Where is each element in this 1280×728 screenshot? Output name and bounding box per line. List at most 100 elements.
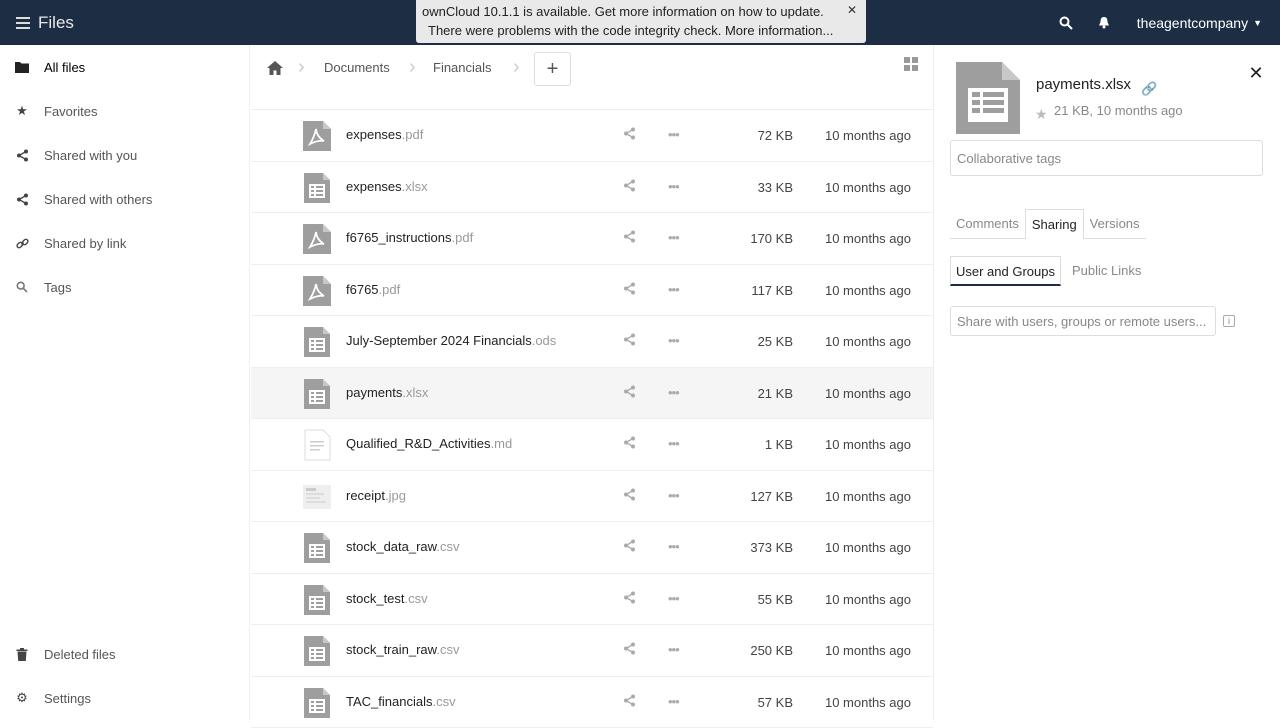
spreadsheet-icon[interactable]: [301, 326, 333, 358]
spreadsheet-icon[interactable]: [301, 584, 333, 616]
file-basename: f6765_instructions: [346, 230, 452, 245]
file-row[interactable]: expenses.pdf•••72 KB10 months ago: [251, 110, 933, 162]
star-icon: ★: [14, 103, 30, 119]
nav-shared-with-others[interactable]: Shared with others: [0, 177, 249, 221]
user-menu[interactable]: theagentcompany ▼: [1127, 0, 1280, 45]
collaborative-tags-input[interactable]: Collaborative tags: [950, 140, 1263, 176]
more-actions-icon[interactable]: •••: [668, 436, 684, 452]
more-actions-icon[interactable]: •••: [668, 127, 684, 143]
nav-tags[interactable]: Tags: [0, 265, 249, 309]
share-icon[interactable]: [623, 282, 639, 298]
text-file-icon[interactable]: [301, 429, 333, 461]
notifications-button[interactable]: [1089, 8, 1119, 38]
file-row[interactable]: Qualified_R&D_Activities.md•••1 KB10 mon…: [251, 419, 933, 471]
file-row[interactable]: TAC_financials.csv•••57 KB10 months ago: [251, 677, 933, 728]
info-icon[interactable]: i: [1223, 315, 1235, 327]
more-actions-icon[interactable]: •••: [668, 591, 684, 607]
share-icon[interactable]: [623, 436, 639, 452]
more-actions-icon[interactable]: •••: [668, 488, 684, 504]
share-icon[interactable]: [623, 179, 639, 195]
new-file-button[interactable]: +: [534, 52, 571, 86]
integrity-notice-text[interactable]: There were problems with the code integr…: [428, 23, 833, 38]
favorite-star-icon[interactable]: ★: [1035, 106, 1048, 123]
tab-versions[interactable]: Versions: [1084, 209, 1146, 239]
nav-deleted-files[interactable]: Deleted files: [0, 632, 250, 676]
nav-label: Deleted files: [44, 647, 116, 662]
share-icon[interactable]: [623, 591, 639, 607]
pdf-icon[interactable]: [301, 275, 333, 307]
file-row[interactable]: receipt.jpg•••127 KB10 months ago: [251, 471, 933, 523]
share-icon[interactable]: [623, 127, 639, 143]
tab-comments[interactable]: Comments: [950, 209, 1025, 239]
app-menu-toggle[interactable]: Files: [16, 3, 74, 43]
spreadsheet-icon[interactable]: [301, 635, 333, 667]
share-icon[interactable]: [623, 694, 639, 710]
file-row[interactable]: f6765.pdf•••117 KB10 months ago: [251, 265, 933, 317]
file-name[interactable]: stock_test.csv: [346, 591, 428, 606]
tab-sharing[interactable]: Sharing: [1025, 209, 1084, 239]
close-details-button[interactable]: ✕: [1236, 55, 1276, 91]
image-thumbnail[interactable]: [301, 481, 333, 513]
subtab-user-and-groups[interactable]: User and Groups: [950, 256, 1061, 286]
file-name[interactable]: TAC_financials.csv: [346, 694, 456, 709]
file-name[interactable]: f6765.pdf: [346, 282, 400, 297]
update-notice-text[interactable]: ownCloud 10.1.1 is available. Get more i…: [422, 4, 824, 19]
close-notice-icon[interactable]: ✕: [846, 4, 858, 16]
search-button[interactable]: [1051, 8, 1081, 38]
file-name[interactable]: Qualified_R&D_Activities.md: [346, 436, 512, 451]
file-row[interactable]: f6765_instructions.pdf•••170 KB10 months…: [251, 213, 933, 265]
file-name[interactable]: f6765_instructions.pdf: [346, 230, 473, 245]
file-row[interactable]: payments.xlsx•••21 KB10 months ago: [251, 368, 933, 420]
more-actions-icon[interactable]: •••: [668, 539, 684, 555]
nav-label: Favorites: [44, 104, 97, 119]
file-extension: .ods: [532, 333, 557, 348]
share-icon[interactable]: [623, 333, 639, 349]
breadcrumb-home[interactable]: [251, 45, 298, 90]
spreadsheet-icon: [956, 62, 1020, 134]
nav-shared-with-you[interactable]: Shared with you: [0, 133, 249, 177]
permalink-icon[interactable]: 🔗: [1141, 81, 1157, 97]
nav-settings[interactable]: ⚙ Settings: [0, 676, 250, 720]
share-icon[interactable]: [623, 230, 639, 246]
spreadsheet-icon[interactable]: [301, 172, 333, 204]
nav-all-files[interactable]: All files: [0, 45, 249, 89]
breadcrumb-documents[interactable]: Documents: [324, 45, 390, 90]
nav-favorites[interactable]: ★ Favorites: [0, 89, 249, 133]
more-actions-icon[interactable]: •••: [668, 282, 684, 298]
spreadsheet-icon[interactable]: [301, 532, 333, 564]
pdf-icon[interactable]: [301, 223, 333, 255]
subtab-public-links[interactable]: Public Links: [1067, 256, 1146, 286]
more-actions-icon[interactable]: •••: [668, 333, 684, 349]
file-row[interactable]: stock_train_raw.csv•••250 KB10 months ag…: [251, 625, 933, 677]
file-name[interactable]: stock_train_raw.csv: [346, 642, 459, 657]
breadcrumb-financials[interactable]: Financials: [433, 45, 492, 90]
share-icon[interactable]: [623, 488, 639, 504]
share-icon[interactable]: [623, 539, 639, 555]
plus-icon: +: [547, 58, 559, 81]
file-row[interactable]: stock_data_raw.csv•••373 KB10 months ago: [251, 522, 933, 574]
share-icon[interactable]: [623, 642, 639, 658]
share-icon[interactable]: [623, 385, 639, 401]
file-name[interactable]: expenses.pdf: [346, 127, 423, 142]
more-actions-icon[interactable]: •••: [668, 642, 684, 658]
file-name[interactable]: July-September 2024 Financials.ods: [346, 333, 556, 348]
file-row[interactable]: July-September 2024 Financials.ods•••25 …: [251, 316, 933, 368]
pdf-icon[interactable]: [301, 120, 333, 152]
file-size: 117 KB: [721, 283, 793, 298]
more-actions-icon[interactable]: •••: [668, 385, 684, 401]
file-row[interactable]: stock_test.csv•••55 KB10 months ago: [251, 574, 933, 626]
file-name[interactable]: payments.xlsx: [346, 385, 428, 400]
spreadsheet-icon[interactable]: [301, 378, 333, 410]
view-toggle-button[interactable]: [902, 57, 920, 75]
nav-shared-by-link[interactable]: Shared by link: [0, 221, 249, 265]
more-actions-icon[interactable]: •••: [668, 230, 684, 246]
spreadsheet-icon[interactable]: [301, 687, 333, 719]
file-row[interactable]: expenses.xlsx•••33 KB10 months ago: [251, 162, 933, 214]
file-name[interactable]: expenses.xlsx: [346, 179, 428, 194]
more-actions-icon[interactable]: •••: [668, 179, 684, 195]
details-panel: payments.xlsx 🔗 ★ 21 KB, 10 months ago ✕…: [933, 45, 1280, 720]
file-name[interactable]: receipt.jpg: [346, 488, 406, 503]
file-name[interactable]: stock_data_raw.csv: [346, 539, 459, 554]
more-actions-icon[interactable]: •••: [668, 694, 684, 710]
share-with-input[interactable]: Share with users, groups or remote users…: [950, 306, 1216, 336]
